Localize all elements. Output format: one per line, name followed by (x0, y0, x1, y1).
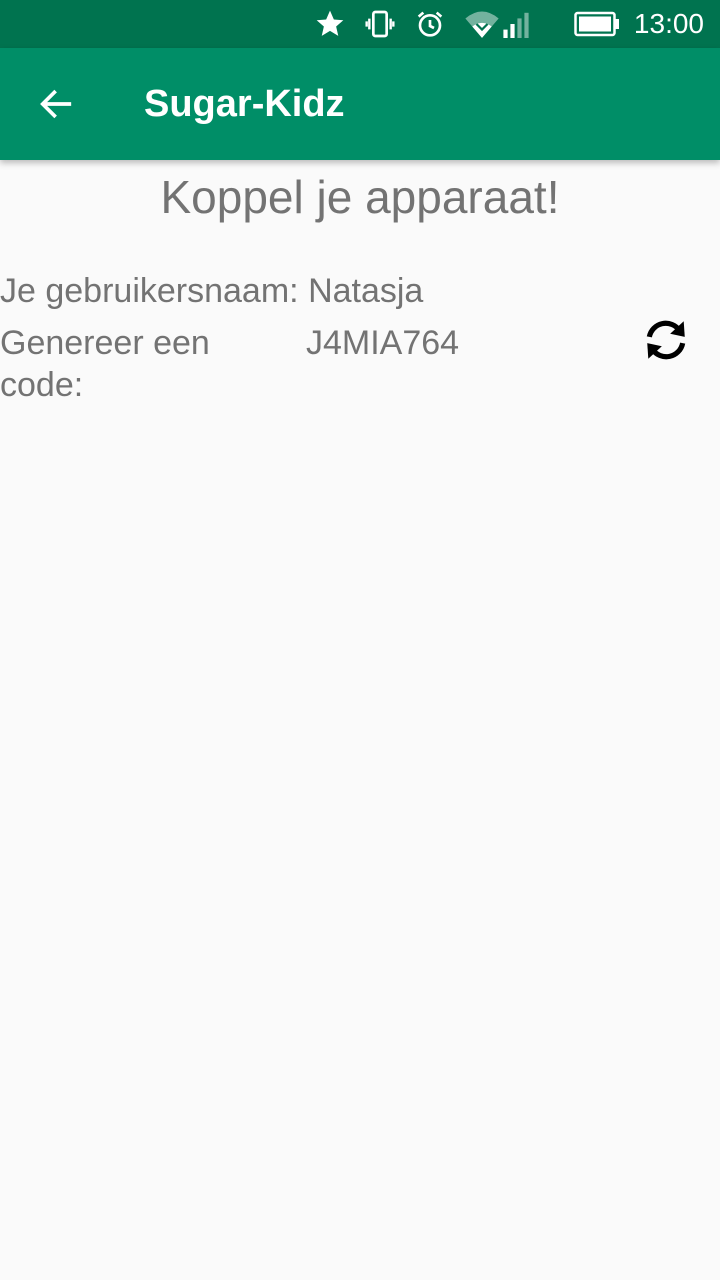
username-label: Je gebruikersnaam: (0, 272, 299, 310)
code-label: Genereer een code: (0, 324, 210, 404)
status-clock: 13:00 (633, 8, 704, 39)
username-row: Je gebruikersnaam: Natasja (0, 272, 423, 311)
main-content: Koppel je apparaat! Je gebruikersnaam: N… (0, 160, 720, 1280)
back-button[interactable] (24, 72, 88, 136)
status-bar: 13:00 (0, 0, 720, 48)
vibrate-icon (364, 8, 396, 40)
code-value: J4MIA764 (306, 324, 460, 362)
page-title: Koppel je apparaat! (160, 171, 560, 223)
alarm-icon (414, 8, 446, 40)
status-icons: 13:00 (296, 0, 704, 48)
username-value: Natasja (308, 272, 424, 310)
arrow-back-icon (40, 89, 72, 119)
signal-icon (502, 8, 530, 40)
app-title: Sugar-Kidz (144, 83, 345, 125)
app-bar: Sugar-Kidz (0, 48, 720, 160)
refresh-icon (646, 320, 686, 360)
star-icon (314, 8, 346, 40)
wifi-icon (464, 8, 500, 40)
battery-icon (574, 11, 620, 37)
refresh-button[interactable] (636, 310, 696, 370)
